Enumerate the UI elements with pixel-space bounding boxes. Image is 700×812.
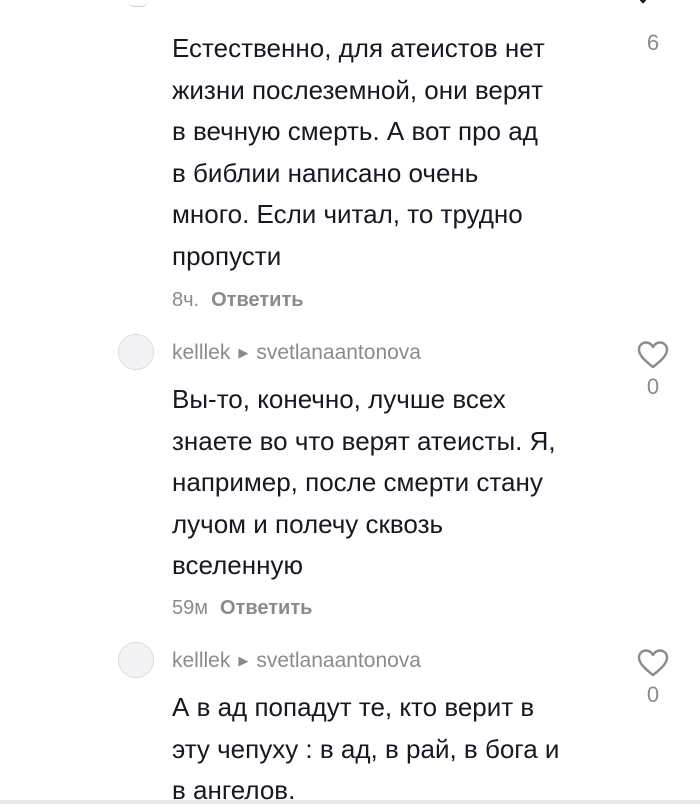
comment-text: Вы-то, конечно, лучше всех знаете во что… <box>172 379 632 587</box>
comment-text-line: знаете во что верят атеисты. Я, <box>172 425 556 456</box>
comment-author-line: kelllek ▶ svetlanaantonova <box>172 340 421 366</box>
comment-text-line: вселенную <box>172 550 303 581</box>
comment-text-line: лучом и полечу сквозь <box>172 508 444 539</box>
like-area[interactable]: 6 <box>636 26 670 56</box>
comment-text-line: в библии написано очень <box>172 157 479 188</box>
comment-text-line: много. Если читал, то трудно <box>172 199 523 230</box>
like-count: 0 <box>646 374 660 399</box>
reply-to-username[interactable]: svetlanaantonova <box>256 649 421 672</box>
comment-text: А в ад попадут те, кто верит в эту чепух… <box>172 687 632 812</box>
comment-text-line: пропусти <box>172 240 282 271</box>
comment-meta: 59м Ответить <box>172 596 312 620</box>
comment-author-line: kelllek ▶ svetlanaantonova <box>172 648 421 674</box>
comment-text-line: эту чепуху : в ад, в рай, в бога и <box>172 733 560 764</box>
comment-meta: 8ч. Ответить <box>172 288 304 312</box>
like-count: 0 <box>646 682 660 707</box>
comment-text-line: в ангелов. <box>172 775 296 806</box>
heart-icon <box>637 341 669 369</box>
username[interactable]: kelllek <box>172 341 230 364</box>
like-count: 6 <box>646 30 660 55</box>
avatar[interactable] <box>118 642 154 678</box>
avatar-partial <box>128 0 148 7</box>
comment-text-line: жизни послеземной, они верят <box>172 74 543 105</box>
avatar[interactable] <box>118 334 154 370</box>
reply-to-username[interactable]: svetlanaantonova <box>256 341 421 364</box>
reply-button[interactable]: Ответить <box>220 597 312 619</box>
bottom-divider <box>0 800 700 804</box>
username[interactable]: kelllek <box>172 649 230 672</box>
comment-text-line: например, после смерти стану <box>172 467 543 498</box>
chevron-icon[interactable] <box>634 0 652 6</box>
heart-icon <box>637 649 669 677</box>
comment-time: 8ч. <box>172 289 200 311</box>
like-button[interactable]: 0 <box>636 340 670 400</box>
comment-text-line: в вечную смерть. А вот про ад <box>172 116 538 147</box>
comment-text-line: Естественно, для атеистов нет <box>172 33 545 63</box>
comment-text: Естественно, для атеистов нет жизни посл… <box>172 28 632 278</box>
comment-text-line: Вы-то, конечно, лучше всех <box>172 384 506 414</box>
reply-arrow-icon: ▶ <box>238 345 249 360</box>
reply-arrow-icon: ▶ <box>238 653 249 668</box>
comment-text-line: А в ад попадут те, кто верит в <box>172 692 535 722</box>
comment-time: 59м <box>172 597 208 619</box>
like-button[interactable]: 0 <box>636 648 670 708</box>
reply-button[interactable]: Ответить <box>211 289 303 311</box>
